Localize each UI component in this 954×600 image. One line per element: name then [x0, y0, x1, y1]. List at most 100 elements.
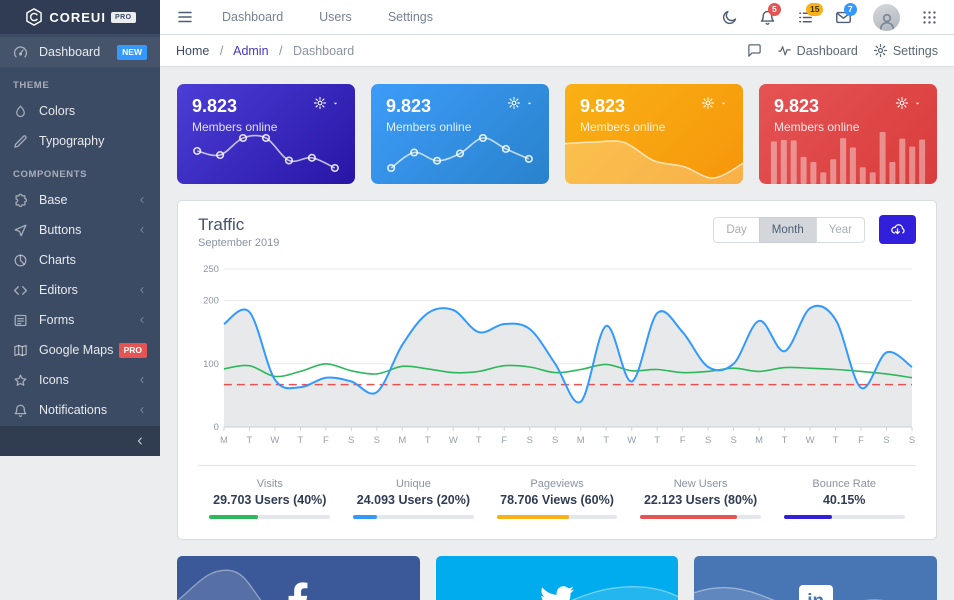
- sidebar-item-charts[interactable]: Charts: [0, 245, 160, 275]
- sidebar-minimizer[interactable]: [0, 426, 160, 456]
- header: Dashboard Users Settings 5 15 7: [160, 0, 954, 35]
- sidebar-item-label: Buttons: [39, 223, 137, 237]
- footer-stat-value: 24.093 Users (20%): [342, 493, 486, 507]
- sidebar-item-label: Icons: [39, 373, 137, 387]
- progress-bar-fill: [209, 515, 257, 519]
- traffic-footer-stats: Visits29.703 Users (40%)Unique24.093 Use…: [198, 465, 916, 527]
- progress-bar: [209, 515, 330, 519]
- breadcrumb-admin[interactable]: Admin: [233, 44, 268, 58]
- chevron-left-icon: [134, 435, 146, 447]
- svg-text:250: 250: [203, 264, 219, 275]
- sidebar-item-label: Editors: [39, 283, 137, 297]
- social-logo: [287, 581, 309, 600]
- brand[interactable]: COREUI PRO: [0, 0, 160, 34]
- pencil-icon: [13, 134, 28, 149]
- comments-button[interactable]: [747, 43, 762, 58]
- chevron-icon: [137, 225, 147, 235]
- footer-stat-value: 22.123 Users (80%): [629, 493, 773, 507]
- stat-card-menu-button[interactable]: [895, 96, 922, 110]
- stat-label: Members online: [774, 120, 859, 134]
- stat-card-sparkline: [385, 131, 535, 177]
- caret-down-icon: [913, 99, 922, 108]
- pie-icon: [13, 253, 28, 268]
- header-nav-dashboard[interactable]: Dashboard: [222, 10, 283, 24]
- range-button-day[interactable]: Day: [713, 217, 759, 243]
- progress-bar-fill: [497, 515, 569, 519]
- stat-card-2: 9.823 Members online: [371, 84, 549, 184]
- chevron-icon: [137, 285, 147, 295]
- progress-bar: [784, 515, 905, 519]
- footer-stat-value: 29.703 Users (40%): [198, 493, 342, 507]
- apps-grid-icon[interactable]: [921, 9, 938, 26]
- sidebar-item-dashboard[interactable]: DashboardNEW: [0, 37, 160, 67]
- speedometer-icon: [13, 45, 28, 60]
- range-button-year[interactable]: Year: [816, 217, 865, 243]
- social-logo: in: [799, 585, 833, 600]
- sidebar-item-google-maps[interactable]: Google MapsPRO: [0, 335, 160, 365]
- sidebar-item-label: Forms: [39, 313, 137, 327]
- svg-text:T: T: [654, 435, 660, 446]
- main-content: 9.823Members online9.823Members online9.…: [160, 68, 954, 600]
- sidebar-item-label: Google Maps: [39, 343, 119, 357]
- sidebar-item-label: Dashboard: [39, 45, 117, 59]
- gear-icon: [507, 96, 521, 110]
- footer-stat-visits: Visits29.703 Users (40%): [198, 478, 342, 527]
- sidebar-item-base[interactable]: Base: [0, 185, 160, 215]
- svg-text:T: T: [782, 435, 788, 446]
- tasks-list-icon[interactable]: 15: [797, 9, 814, 26]
- sidebar-item-notifications[interactable]: Notifications: [0, 395, 160, 425]
- svg-text:S: S: [552, 435, 558, 446]
- stat-card-menu-button[interactable]: [701, 96, 728, 110]
- traffic-chart: 0100200250MTWTFSSMTWTFSSMTWTFSSMTWTFSS: [198, 261, 916, 457]
- sidebar-item-typography[interactable]: Typography: [0, 126, 160, 156]
- stat-card-sparkline: [769, 128, 927, 184]
- stat-value: 9.823: [386, 96, 471, 117]
- sidebar-item-forms[interactable]: Forms: [0, 305, 160, 335]
- sidebar-nav: DashboardNEWThemeColorsTypographyCompone…: [0, 34, 160, 426]
- svg-text:F: F: [680, 435, 686, 446]
- pulse-icon: [777, 43, 792, 58]
- svg-text:T: T: [603, 435, 609, 446]
- traffic-subtitle: September 2019: [198, 237, 279, 249]
- comment-icon: [747, 43, 762, 58]
- header-actions: 5 15 7: [721, 4, 954, 31]
- settings-quick-link[interactable]: Settings: [873, 43, 938, 58]
- bell-icon: [13, 403, 28, 418]
- svg-text:S: S: [883, 435, 889, 446]
- header-nav-users[interactable]: Users: [319, 10, 352, 24]
- download-button[interactable]: [879, 215, 916, 244]
- traffic-card: Traffic September 2019 DayMonthYear 0100…: [177, 200, 937, 540]
- sidebar-item-buttons[interactable]: Buttons: [0, 215, 160, 245]
- stat-value: 9.823: [580, 96, 665, 117]
- stat-label: Members online: [386, 120, 471, 134]
- svg-text:M: M: [577, 435, 585, 446]
- sidebar-section-title: Theme: [0, 67, 160, 96]
- range-button-month[interactable]: Month: [759, 217, 817, 243]
- footer-stat-bounce-rate: Bounce Rate40.15%: [772, 478, 916, 527]
- user-avatar[interactable]: [873, 4, 900, 31]
- footer-stat-label: New Users: [629, 478, 773, 490]
- sidebar-item-colors[interactable]: Colors: [0, 96, 160, 126]
- header-nav-settings[interactable]: Settings: [388, 10, 433, 24]
- stat-card-menu-button[interactable]: [313, 96, 340, 110]
- footer-stat-pageviews: Pageviews78.706 Views (60%): [485, 478, 629, 527]
- hamburger-menu-icon[interactable]: [176, 8, 194, 26]
- breadcrumb-home[interactable]: Home: [176, 44, 209, 58]
- notifications-bell-icon[interactable]: 5: [759, 9, 776, 26]
- caret-down-icon: [331, 99, 340, 108]
- svg-text:S: S: [909, 435, 915, 446]
- facebook-card[interactable]: [177, 556, 420, 600]
- dashboard-quick-link[interactable]: Dashboard: [777, 43, 858, 58]
- linkedin-card[interactable]: in: [694, 556, 937, 600]
- stat-card-3: 9.823Members online: [565, 84, 743, 184]
- stat-card-menu-button[interactable]: [507, 96, 534, 110]
- progress-bar-fill: [353, 515, 377, 519]
- svg-text:200: 200: [203, 296, 219, 307]
- sidebar-item-icons[interactable]: Icons: [0, 365, 160, 395]
- messages-envelope-icon[interactable]: 7: [835, 9, 852, 26]
- svg-text:S: S: [374, 435, 380, 446]
- sidebar-item-label: Charts: [39, 253, 147, 267]
- dark-mode-moon-icon[interactable]: [721, 9, 738, 26]
- twitter-card[interactable]: [436, 556, 679, 600]
- sidebar-item-editors[interactable]: Editors: [0, 275, 160, 305]
